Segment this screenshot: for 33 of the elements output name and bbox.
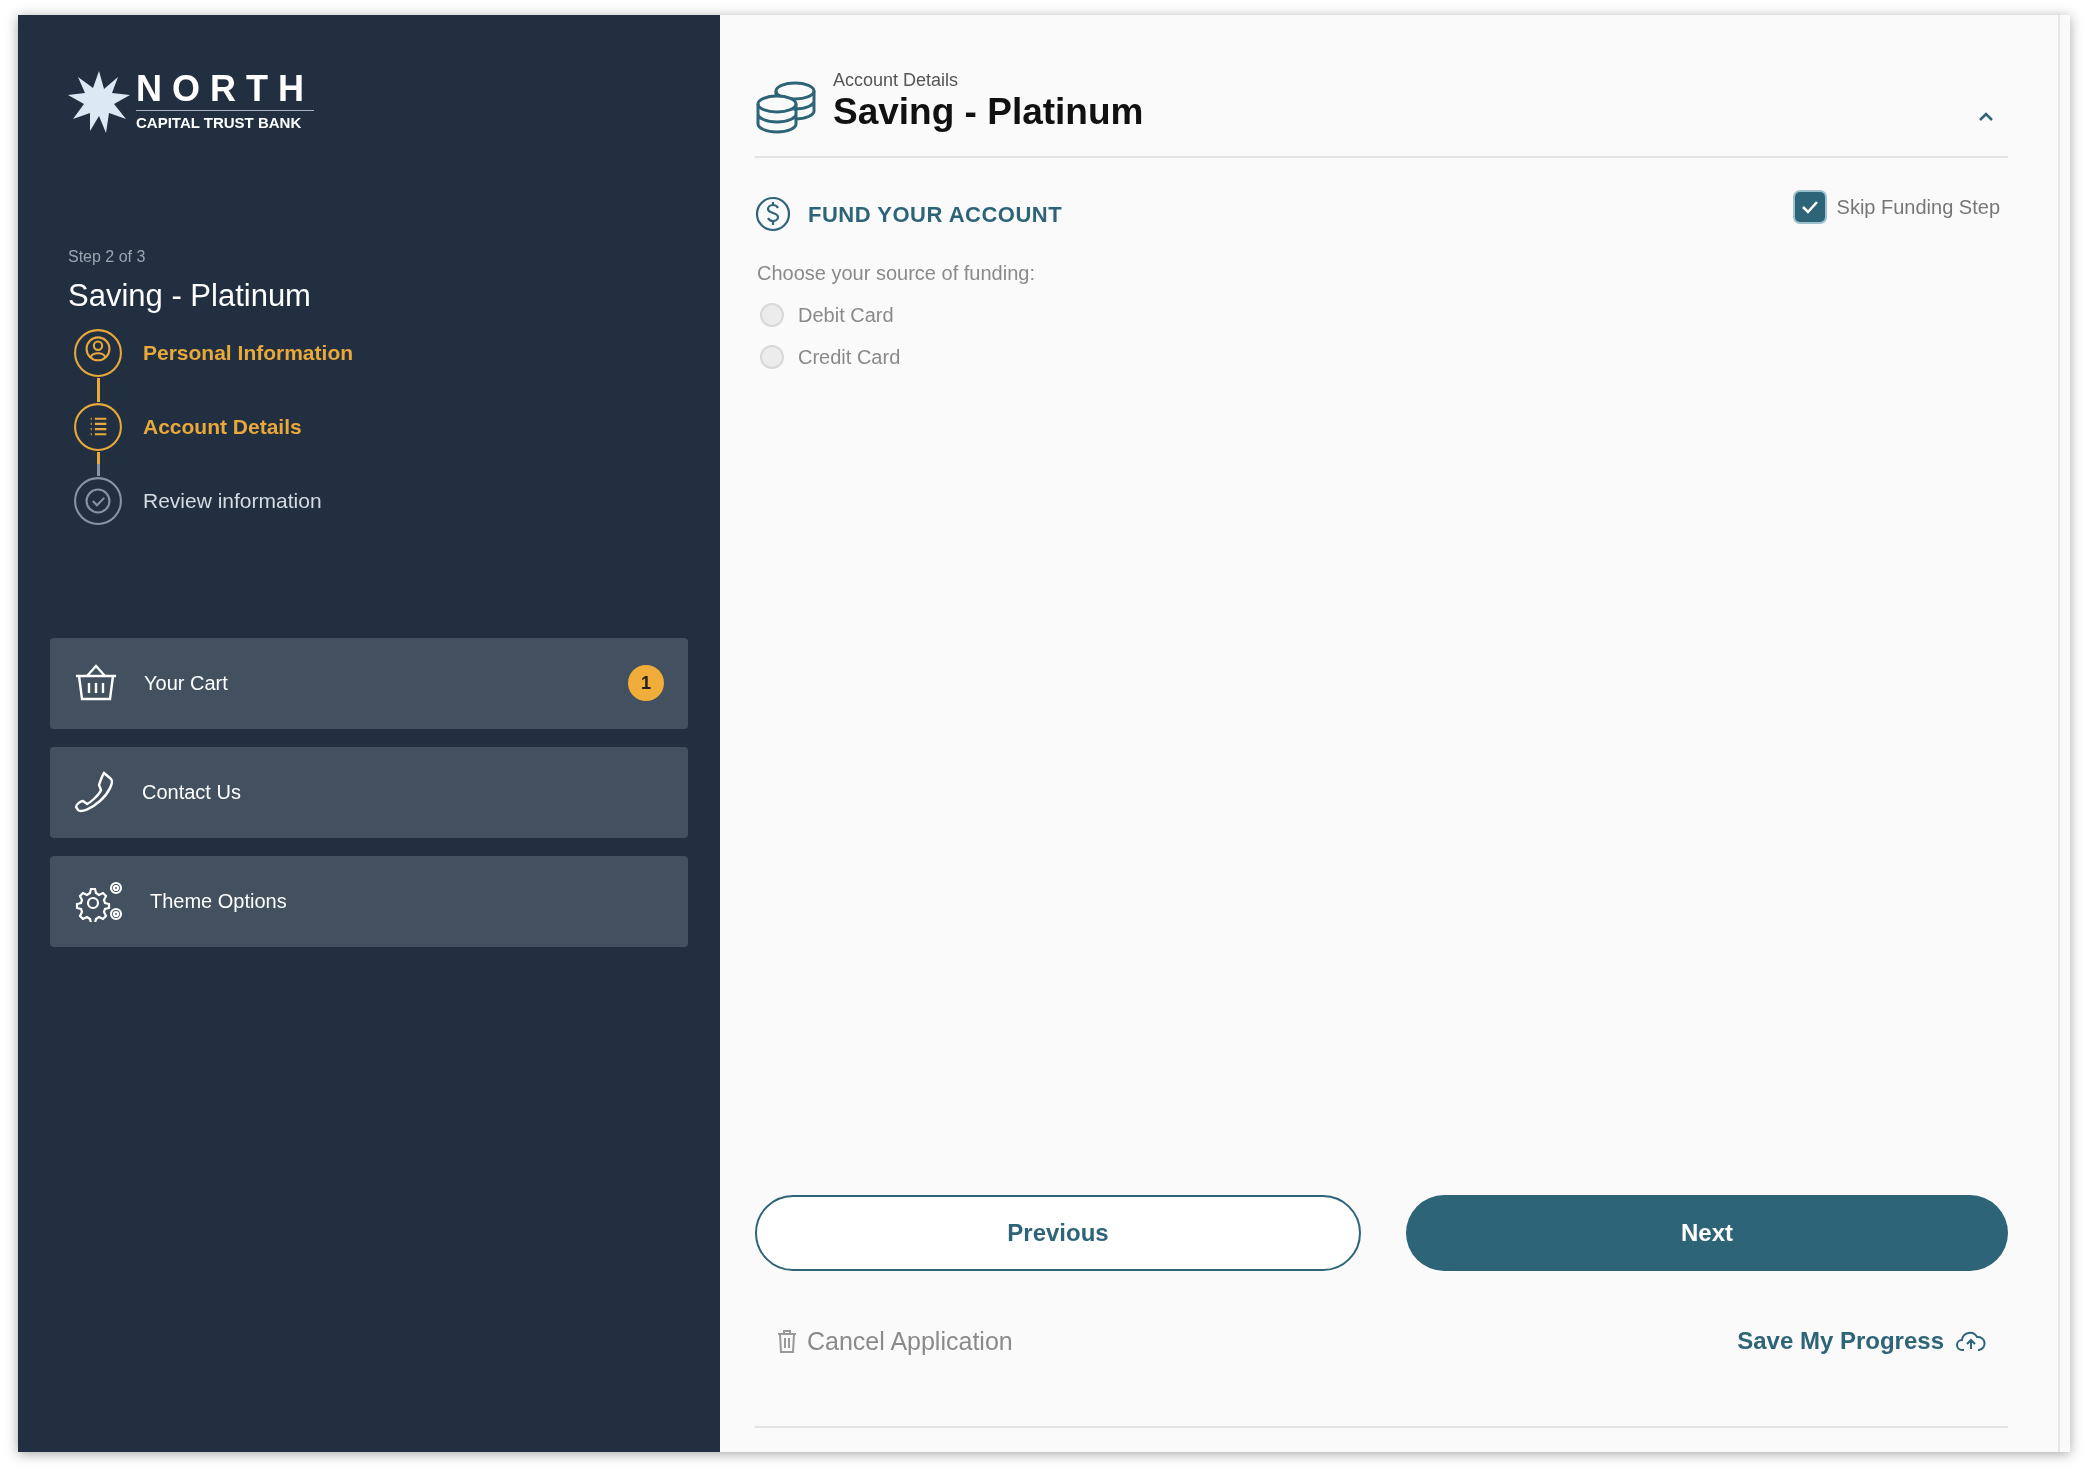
section-heading: FUND YOUR ACCOUNT	[808, 200, 1064, 229]
sidebar-menu-item[interactable]: Contact Us	[50, 746, 688, 838]
step-label[interactable]: Review information	[143, 484, 322, 517]
count-badge: 1	[628, 665, 664, 701]
checkbox[interactable]	[1794, 192, 1825, 222]
funding-radio-option[interactable]: Credit Card	[760, 342, 2008, 372]
previous-button[interactable]: Previous	[755, 1194, 1361, 1271]
cancel-application-link[interactable]: Cancel Application	[777, 1322, 1013, 1360]
chevron-icon	[1977, 110, 1995, 122]
skip-funding-checkbox[interactable]: Skip Funding Step	[1794, 192, 2000, 222]
sidebar-menu-item[interactable]: Theme Options	[50, 855, 688, 947]
logo-tagline: CAPITAL TRUST BANK	[136, 113, 303, 133]
funding-radio-option[interactable]: Debit Card	[760, 300, 2008, 330]
dollar-icon	[755, 196, 791, 232]
coins-icon	[755, 80, 817, 134]
page-title: Saving - Platinum	[833, 90, 1145, 134]
phone-icon	[74, 771, 116, 813]
check-icon	[1800, 200, 1819, 214]
save-progress-link[interactable]: Save My Progress	[1737, 1323, 1986, 1360]
step-label[interactable]: Personal Information	[143, 336, 354, 369]
step-counter: Step 2 of 3	[68, 247, 147, 267]
breadcrumb-label: Account Details	[833, 70, 960, 90]
logo-wordmark: NORTH	[136, 70, 314, 111]
next-button[interactable]: Next	[1406, 1194, 2008, 1271]
step-label[interactable]: Account Details	[143, 410, 302, 443]
trash-icon	[777, 1329, 797, 1354]
star-logo-icon	[68, 70, 130, 133]
product-title: Saving - Platinum	[68, 277, 312, 315]
cloud-upload-icon	[1956, 1330, 1986, 1353]
funding-prompt: Choose your source of funding:	[757, 261, 1036, 286]
basket-icon	[74, 664, 118, 702]
gears-icon	[74, 880, 124, 922]
sidebar-menu-item[interactable]: Your Cart 1	[50, 637, 688, 729]
